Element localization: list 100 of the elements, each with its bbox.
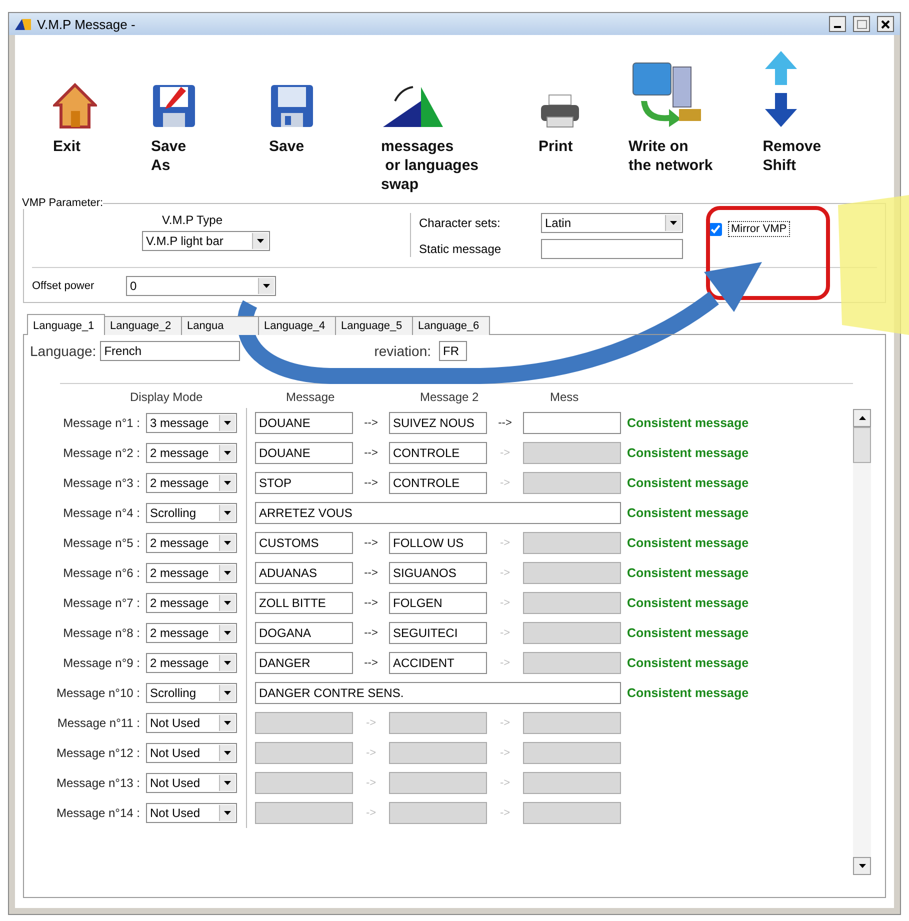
dropdown[interactable]: 2 message (146, 473, 237, 493)
triangles-swap-icon (381, 83, 445, 129)
abbreviation-field[interactable]: FR (439, 341, 467, 361)
row-label: Message n°7 : (63, 596, 140, 610)
dropdown[interactable]: 2 message (146, 533, 237, 553)
message-field[interactable]: DOUANE (255, 412, 353, 434)
arrow-text: -> (500, 627, 510, 639)
dropdown[interactable]: Not Used (146, 773, 237, 793)
scroll-up-button[interactable] (853, 409, 871, 427)
language-tab[interactable]: Language_4 (258, 316, 336, 335)
scroll-down-button[interactable] (853, 857, 871, 875)
caret-icon (219, 415, 235, 431)
message-field[interactable]: CUSTOMS (255, 532, 353, 554)
arrow-text: -> (366, 777, 376, 789)
message-field[interactable]: DANGER CONTRE SENS. (255, 682, 621, 704)
dropdown[interactable]: 2 message (146, 593, 237, 613)
message-field[interactable]: DANGER (255, 652, 353, 674)
arrow-text: -> (500, 447, 510, 459)
dropdown[interactable]: 2 message (146, 653, 237, 673)
caret-icon (219, 655, 235, 671)
arrow-text: --> (364, 627, 378, 639)
message-field[interactable]: ACCIDENT (389, 652, 487, 674)
dropdown[interactable]: 2 message (146, 563, 237, 583)
language-tab[interactable]: Language_1 (27, 314, 105, 335)
dropdown[interactable]: 2 message (146, 443, 237, 463)
message-field[interactable]: SEGUITECI (389, 622, 487, 644)
up-triangle-icon (858, 416, 866, 420)
message-field[interactable]: FOLLOW US (389, 532, 487, 554)
arrow-text: -> (366, 717, 376, 729)
message-field[interactable]: CONTROLE (389, 472, 487, 494)
maximize-button[interactable] (853, 16, 870, 32)
dropdown[interactable]: Latin (541, 213, 683, 233)
group-label: VMP Parameter: (22, 197, 104, 209)
toolbar-button[interactable]: messages or languages swap (381, 47, 479, 194)
message-field[interactable]: CONTROLE (389, 442, 487, 464)
arrow-text: --> (364, 417, 378, 429)
scrollbar[interactable] (853, 409, 871, 875)
minimize-button[interactable] (829, 16, 846, 32)
caret-icon (258, 278, 274, 294)
message-field[interactable]: STOP (255, 472, 353, 494)
language-tab[interactable]: Language_5 (335, 316, 413, 335)
message-field[interactable]: SIGUANOS (389, 562, 487, 584)
status-text: Consistent message (627, 686, 750, 700)
toolbar-button[interactable]: Exit (53, 47, 97, 156)
dropdown[interactable]: Scrolling (146, 683, 237, 703)
dropdown[interactable]: Not Used (146, 803, 237, 823)
toolbar-button[interactable]: Save (269, 47, 315, 156)
arrow-text: -> (500, 657, 510, 669)
dropdown[interactable]: Scrolling (146, 503, 237, 523)
row-label: Message n°9 : (63, 656, 140, 670)
dropdown[interactable]: Not Used (146, 713, 237, 733)
dropdown[interactable]: 3 message (146, 413, 237, 433)
printer-icon (538, 93, 581, 129)
message-field[interactable]: ZOLL BITTE (255, 592, 353, 614)
window-title: V.M.P Message - (37, 16, 136, 32)
dropdown[interactable]: Not Used (146, 743, 237, 763)
status-text: Consistent message (627, 656, 750, 670)
status-text: Consistent message (627, 416, 750, 430)
close-button[interactable] (877, 16, 894, 32)
message-field[interactable]: ARRETEZ VOUS (255, 502, 621, 524)
status-text: Consistent message (627, 506, 750, 520)
caret-icon (219, 685, 235, 701)
message-field[interactable]: ADUANAS (255, 562, 353, 584)
language-tab[interactable]: Language_2 (104, 316, 182, 335)
arrow-text: -> (366, 807, 376, 819)
arrow-text: -> (500, 537, 510, 549)
status-text: Consistent message (627, 446, 750, 460)
arrow-text: -> (500, 777, 510, 789)
arrow-text: -> (366, 747, 376, 759)
status-text: Consistent message (627, 536, 750, 550)
toolbar-button[interactable]: Write on the network (628, 47, 713, 175)
row-label: Message n°2 : (63, 446, 140, 460)
column-header: Display Mode (130, 390, 203, 404)
toolbar-button[interactable]: Save As (151, 47, 197, 175)
language-tab[interactable]: Language_6 (412, 316, 490, 335)
caret-icon (219, 565, 235, 581)
caret-icon (219, 715, 235, 731)
dropdown[interactable]: 2 message (146, 623, 237, 643)
status-text: Consistent message (627, 626, 750, 640)
language-tab[interactable]: Langua (181, 316, 259, 335)
scroll-thumb[interactable] (853, 427, 871, 463)
field-label: Language: (30, 343, 96, 359)
row-label: Message n°14 : (56, 806, 140, 820)
dropdown[interactable]: 0 (126, 276, 276, 296)
message-field[interactable]: SUIVEZ NOUS (389, 412, 487, 434)
message-field[interactable]: FOLGEN (389, 592, 487, 614)
arrow-text: --> (364, 567, 378, 579)
message-field[interactable]: DOUANE (255, 442, 353, 464)
message-field[interactable] (523, 412, 621, 434)
toolbar-button[interactable]: Remove Shift (762, 47, 822, 175)
language-field[interactable]: French (100, 341, 240, 361)
dropdown[interactable]: V.M.P light bar (142, 231, 270, 251)
row-label: Message n°1 : (63, 416, 140, 430)
toolbar-button[interactable]: Print (538, 47, 581, 156)
row-label: Message n°4 : (63, 506, 140, 520)
field-label: Static message (419, 242, 502, 256)
arrow-text: --> (498, 417, 512, 429)
mirror-checkbox[interactable] (709, 222, 722, 236)
message-field[interactable]: DOGANA (255, 622, 353, 644)
static-message-field[interactable] (541, 239, 683, 259)
